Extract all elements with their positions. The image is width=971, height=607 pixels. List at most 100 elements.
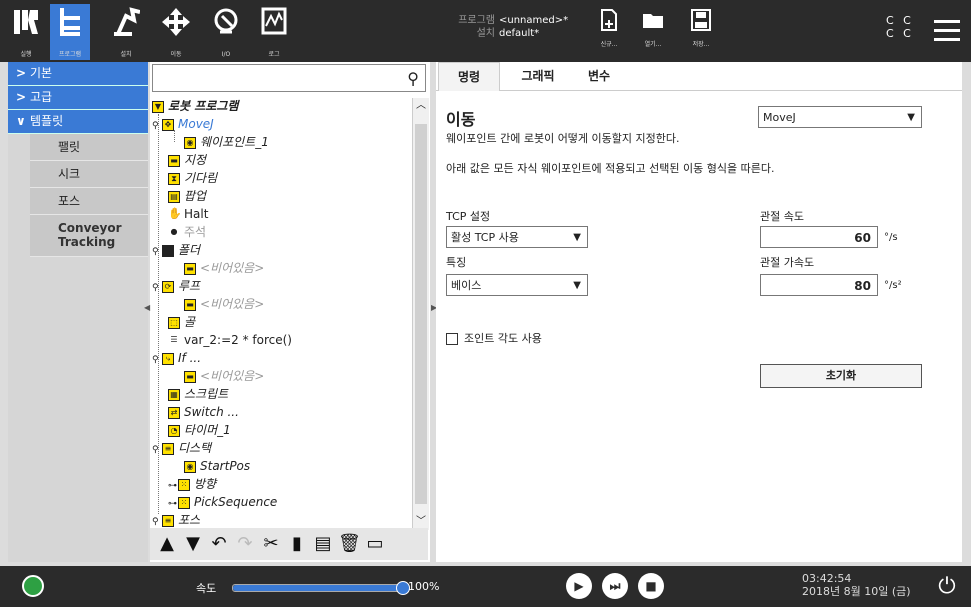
tree-node-force[interactable]: ⚲ ≡ 포스: [152, 512, 200, 528]
tree-node-direction[interactable]: ⊶ ⁙ 방향: [168, 476, 216, 492]
io-tab[interactable]: I/O: [206, 4, 246, 60]
control-indicator: C C C C: [886, 14, 914, 40]
force-icon: ≡: [162, 514, 174, 527]
move-icon: [162, 8, 190, 36]
nav-template-force[interactable]: 포스: [30, 188, 148, 215]
tree-node-goal[interactable]: ⬚ 골: [168, 314, 195, 330]
tree-toolbar: ▲ ▼ ↶ ↷ ✂ ▮ ▤ 🗑 ▭: [150, 528, 428, 560]
new-button[interactable]: 신규...: [592, 8, 626, 52]
open-button[interactable]: 열기...: [636, 8, 670, 52]
triangle-down-icon: ▼: [152, 100, 164, 113]
run-tab[interactable]: 실행: [6, 4, 46, 60]
program-tree: ▼ 로봇 프로그램 ⚲ ✥ MoveJ ◉ 웨이포인트_1 ▬ 지정 ⧗ 기다림 ▤ 팝업 ✋…: [150, 98, 410, 530]
tree-node-if[interactable]: ⚲ ⤷ If ...: [152, 350, 201, 366]
collapse-left-icon[interactable]: ◀: [144, 303, 150, 312]
left-navigation: > 기본 > 고급 ∨ 템플릿 팰릿 시크 포스 Conveyor Tracking: [8, 62, 148, 562]
tree-node-wait[interactable]: ⧗ 기다림: [168, 170, 217, 186]
tab-variables[interactable]: 변수: [574, 62, 624, 90]
scrollbar-thumb[interactable]: [415, 124, 427, 504]
reset-button[interactable]: 초기화: [760, 364, 922, 388]
nav-advanced[interactable]: > 고급: [8, 86, 148, 110]
copy-icon[interactable]: ▮: [286, 532, 308, 556]
tree-scrollbar[interactable]: ︿ ﹀: [412, 98, 429, 530]
tab-command[interactable]: 명령: [438, 62, 500, 91]
hamburger-menu-icon[interactable]: [934, 20, 960, 47]
move-type-select[interactable]: MoveJ ▼: [758, 106, 922, 128]
tree-node-destack[interactable]: ⚲ ≡ 디스택: [152, 440, 211, 456]
script-icon: ▦: [168, 388, 180, 401]
tree-node-folder[interactable]: ⚲ 폴더: [152, 242, 200, 258]
tree-node-empty[interactable]: ▬ <비어있음>: [184, 260, 264, 276]
robot-status-icon[interactable]: [22, 575, 44, 597]
redo-icon[interactable]: ↷: [234, 532, 256, 556]
cc-line-1: C C: [886, 14, 914, 27]
tree-node-popup[interactable]: ▤ 팝업: [168, 188, 206, 204]
chevron-up-icon[interactable]: ︿: [413, 98, 429, 114]
program-tree-panel: ⚲ ▼ 로봇 프로그램 ⚲ ✥ MoveJ ◉ 웨이포인트_1 ▬ 지정 ⧗ 기다림 ▤ 팝업…: [150, 62, 430, 562]
nav-basic[interactable]: > 기본: [8, 62, 148, 86]
power-icon[interactable]: ⏻: [934, 574, 960, 600]
stop-icon[interactable]: ■: [638, 573, 664, 599]
move-up-icon[interactable]: ▲: [156, 532, 178, 556]
nav-template-seek[interactable]: 시크: [30, 161, 148, 188]
joint-speed-field[interactable]: 60: [760, 226, 878, 248]
use-joint-angles-checkbox[interactable]: 조인트 각도 사용: [446, 330, 542, 346]
installation-tab[interactable]: 설치: [106, 4, 146, 60]
nav-template-pallet[interactable]: 팰릿: [30, 134, 148, 161]
program-tab-label: 프로그램: [58, 51, 82, 58]
program-tab[interactable]: 프로그램: [50, 4, 90, 60]
checkbox-icon: [446, 333, 458, 345]
cut-icon[interactable]: ✂: [260, 532, 282, 556]
tree-node-movej[interactable]: ⚲ ✥ MoveJ: [152, 116, 214, 132]
nav-templates-label: 템플릿: [30, 114, 64, 128]
undo-icon[interactable]: ↶: [208, 532, 230, 556]
empty-slot-icon: ▬: [184, 298, 196, 311]
joint-accel-unit: °/s²: [884, 280, 902, 291]
tree-node-robot-program[interactable]: ▼ 로봇 프로그램: [152, 98, 238, 114]
tree-node-picksequence[interactable]: ⊶ ⁙ PickSequence: [168, 494, 277, 510]
tcp-value: 활성 TCP 사용: [451, 231, 519, 244]
tree-node-empty[interactable]: ▬ <비어있음>: [184, 368, 264, 384]
tcp-select[interactable]: 활성 TCP 사용 ▼: [446, 226, 588, 248]
folder-icon: [162, 244, 174, 257]
popup-icon: ▤: [168, 190, 180, 203]
log-tab[interactable]: 로그: [254, 4, 294, 60]
tree-node-halt[interactable]: ✋ Halt: [168, 206, 208, 222]
move-tab[interactable]: 이동: [156, 4, 196, 60]
nav-advanced-label: 고급: [30, 90, 53, 104]
tree-node-startpos[interactable]: ◉ StartPos: [184, 458, 250, 474]
tree-node-comment[interactable]: ● 주석: [168, 224, 206, 240]
tree-node-waypoint-1[interactable]: ◉ 웨이포인트_1: [184, 134, 269, 150]
tree-node-loop[interactable]: ⚲ ⟳ 루프: [152, 278, 200, 294]
hourglass-icon: ⧗: [168, 172, 180, 185]
program-name: <unnamed>*: [499, 15, 569, 26]
play-icon[interactable]: ▶: [566, 573, 592, 599]
search-input[interactable]: [155, 67, 399, 91]
tree-node-switch[interactable]: ⇄ Switch ...: [168, 404, 239, 420]
save-button[interactable]: 저장...: [684, 8, 718, 52]
program-icon: [60, 8, 80, 36]
grid-icon: ⁙: [178, 478, 190, 491]
tab-graphics[interactable]: 그래픽: [508, 62, 568, 90]
command-panel: 명령 그래픽 변수 이동 웨이포인트 간에 로봇이 어떻게 이동할지 지정한다.…: [436, 62, 962, 562]
destack-icon: ≡: [162, 442, 174, 455]
nav-template-conveyor[interactable]: Conveyor Tracking: [30, 215, 148, 257]
paste-icon[interactable]: ▤: [312, 532, 334, 556]
feature-select[interactable]: 베이스 ▼: [446, 274, 588, 296]
program-info: 프로그램 <unnamed>* 설치 default*: [452, 14, 568, 40]
nav-templates[interactable]: ∨ 템플릿: [8, 110, 148, 134]
speed-slider[interactable]: [232, 581, 410, 595]
tree-node-set[interactable]: ▬ 지정: [168, 152, 206, 168]
tree-node-empty[interactable]: ▬ <비어있음>: [184, 296, 264, 312]
tree-node-script[interactable]: ▦ 스크립트: [168, 386, 228, 402]
step-icon[interactable]: ⏭: [602, 573, 628, 599]
move-down-icon[interactable]: ▼: [182, 532, 204, 556]
delete-icon[interactable]: 🗑: [338, 532, 361, 556]
expand-pin-icon: ⚲: [152, 355, 159, 365]
joint-accel-field[interactable]: 80: [760, 274, 878, 296]
speed-slider-fill: [233, 585, 403, 591]
suppress-icon[interactable]: ▭: [364, 532, 386, 556]
tree-node-timer[interactable]: ◔ 타이머_1: [168, 422, 231, 438]
search-icon[interactable]: ⚲: [407, 69, 419, 88]
tree-node-assignment[interactable]: ☰ var_2:=2 * force(): [168, 332, 292, 348]
